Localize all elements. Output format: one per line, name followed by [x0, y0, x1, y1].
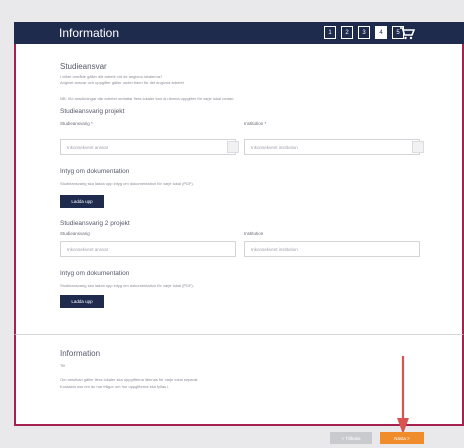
- project1-institution-label: Institution *: [244, 121, 267, 126]
- note-text: NB: Vid ansökningar där arbetet omfattar…: [60, 96, 235, 101]
- information-line-2: Kontakta oss om du har frågor om hur upp…: [60, 384, 170, 389]
- project1-institution-checkbox[interactable]: [412, 141, 424, 153]
- project1-doc-title: Intyg om dokumentation: [60, 168, 130, 175]
- step-3[interactable]: 3: [358, 26, 370, 39]
- step-1[interactable]: 1: [324, 26, 336, 39]
- step-2[interactable]: 2: [341, 26, 353, 39]
- next-button[interactable]: Nästa >: [380, 432, 424, 444]
- project2-studie-input[interactable]: Inkonsekvent ansvar: [60, 241, 236, 257]
- project1-upload-button[interactable]: Ladda upp: [60, 195, 104, 208]
- back-button[interactable]: < Tillbaka: [330, 432, 372, 444]
- project2-institution-input[interactable]: Inkonsekvent institution: [244, 241, 420, 257]
- project2-upload-button[interactable]: Ladda upp: [60, 295, 104, 308]
- step-4-active[interactable]: 4: [375, 26, 387, 39]
- project2-doc-desc: Studieansvarig ska ladda upp intyg om do…: [60, 283, 194, 288]
- information-subtitle: Till: [60, 363, 65, 368]
- form-panel: Studieansvar I vilket område gäller ditt…: [14, 44, 464, 334]
- project2-title: Studieansvarig 2 projekt: [60, 220, 130, 227]
- project1-studie-checkbox[interactable]: [227, 141, 239, 153]
- project2-doc-title: Intyg om dokumentation: [60, 270, 130, 277]
- cart-icon[interactable]: [399, 26, 415, 40]
- project1-studie-input[interactable]: Inkonsekvent ansvar: [60, 139, 236, 155]
- page-background: [0, 0, 464, 14]
- project2-studie-label: Studieansvarig: [60, 231, 90, 236]
- project1-studie-label: Studieansvarig *: [60, 121, 93, 126]
- arrow-annotation-icon: [397, 356, 409, 434]
- information-title: Information: [60, 349, 101, 358]
- project1-doc-desc: Studieansvarig ska ladda upp intyg om do…: [60, 181, 194, 186]
- intro-line-1: I vilket område gäller ditt arbete vid d…: [60, 74, 163, 79]
- project2-institution-label: Institution: [244, 231, 264, 236]
- project1-institution-input[interactable]: Inkonsekvent institution: [244, 139, 420, 155]
- information-line-1: Om ansökan gäller flera lokaler ska uppg…: [60, 377, 199, 382]
- section-title-studieansvar: Studieansvar: [60, 62, 107, 71]
- project1-title: Studieansvarig projekt: [60, 108, 125, 115]
- header-bar: Information 1 2 3 4 5: [14, 22, 464, 44]
- step-indicator: 1 2 3 4 5: [324, 26, 404, 39]
- intro-line-2: Angivet ansvar och uppgifter gäller unde…: [60, 80, 184, 85]
- page-title: Information: [59, 26, 120, 40]
